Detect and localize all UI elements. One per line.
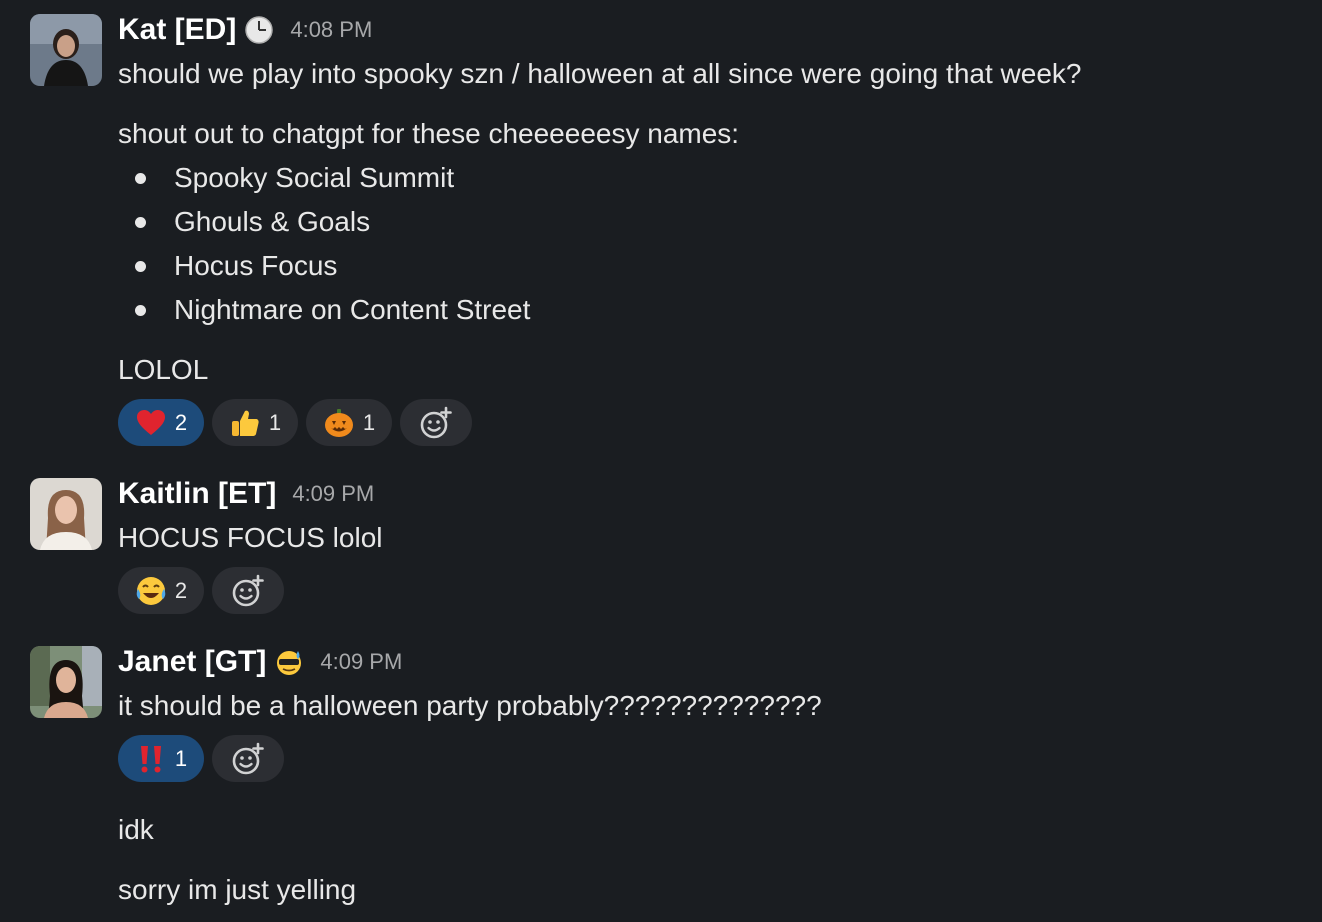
double-exclamation-icon (135, 743, 167, 775)
timestamp[interactable]: 4:09 PM (320, 649, 402, 675)
reaction-double-exclamation[interactable]: 1 (118, 735, 204, 782)
message-text: HOCUS FOCUS lolol (118, 522, 383, 553)
message-text: it should be a halloween party probably?… (118, 690, 822, 721)
bullet-icon (135, 216, 146, 228)
message-text: LOLOL (118, 354, 209, 385)
bullet-icon (135, 172, 146, 184)
avatar[interactable] (30, 478, 102, 550)
reactions-bar: 2 (118, 567, 284, 614)
list-item-text: Hocus Focus (174, 250, 338, 281)
reaction-heart[interactable]: 2 (118, 399, 204, 446)
list-item-text: Spooky Social Summit (174, 162, 455, 193)
jack-o-lantern-icon (323, 407, 355, 439)
add-reaction-button[interactable] (212, 735, 284, 782)
add-reaction-button[interactable] (400, 399, 472, 446)
reaction-count: 1 (362, 409, 376, 435)
message-text: sorry im just yelling (118, 874, 357, 905)
timestamp[interactable]: 4:09 PM (292, 481, 374, 507)
list-item: Ghouls & Goals (118, 204, 370, 240)
author-name[interactable]: Kaitlin [ET] (118, 477, 276, 511)
crying-laughing-icon (135, 575, 167, 607)
list-item: Nightmare on Content Street (118, 292, 530, 328)
timestamp[interactable]: 4:08 PM (290, 17, 372, 43)
reaction-count: 2 (174, 577, 188, 603)
author-name[interactable]: Kat [ED] (118, 13, 236, 47)
clock-icon (244, 15, 274, 45)
add-emoji-icon (232, 742, 264, 774)
message-text: should we play into spooky szn / hallowe… (118, 58, 1082, 89)
message-text: idk (118, 814, 154, 845)
list-item-text: Nightmare on Content Street (174, 294, 531, 325)
avatar[interactable] (30, 14, 102, 86)
author-name[interactable]: Janet [GT] (118, 645, 266, 679)
bullet-icon (135, 260, 146, 272)
message-text: shout out to chatgpt for these cheeeeees… (118, 118, 740, 149)
reaction-jack-o-lantern[interactable]: 1 (306, 399, 392, 446)
reaction-thumbs-up[interactable]: 1 (212, 399, 298, 446)
reaction-count: 2 (174, 409, 188, 435)
thumbs-up-icon (229, 407, 261, 439)
add-emoji-icon (232, 574, 264, 606)
reaction-crying-laughing[interactable]: 2 (118, 567, 204, 614)
list-item-text: Ghouls & Goals (174, 206, 371, 237)
reactions-bar: 2 1 1 (118, 399, 472, 446)
bullet-icon (135, 304, 146, 316)
reactions-bar: 1 (118, 735, 284, 782)
reaction-count: 1 (268, 409, 282, 435)
add-reaction-button[interactable] (212, 567, 284, 614)
list-item: Hocus Focus (118, 248, 337, 284)
add-emoji-icon (420, 406, 452, 438)
reaction-count: 1 (174, 745, 188, 771)
red-heart-icon (135, 407, 167, 439)
avatar[interactable] (30, 646, 102, 718)
list-item: Spooky Social Summit (118, 160, 454, 196)
sunglasses-sweat-icon (274, 647, 304, 677)
